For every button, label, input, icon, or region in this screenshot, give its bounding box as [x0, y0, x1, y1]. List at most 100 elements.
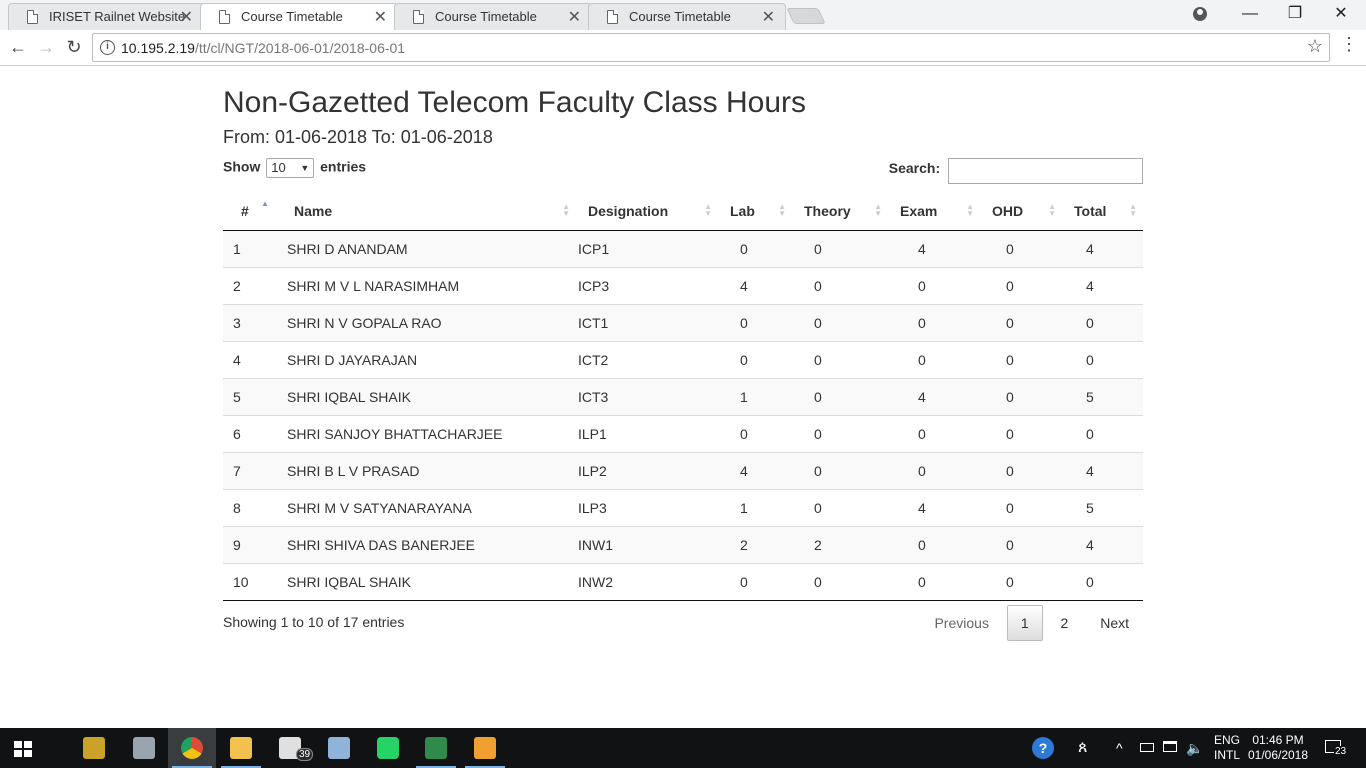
virtualbox-icon[interactable]	[315, 728, 363, 768]
file-explorer-icon[interactable]	[217, 728, 265, 768]
winrar-icon[interactable]	[70, 728, 118, 768]
tab-course-timetable-2[interactable]: Course Timetable ✕	[394, 3, 592, 30]
clock[interactable]: 01:46 PM 01/06/2018	[1246, 728, 1310, 768]
cell-index: 10	[223, 562, 285, 601]
excel-icon[interactable]	[412, 728, 460, 768]
column-header-lab[interactable]: Lab ▲ ▼	[718, 192, 792, 231]
cell-theory: 0	[792, 488, 888, 526]
bookmark-star-icon[interactable]: ☆	[1307, 36, 1323, 57]
reload-button[interactable]: ↻	[60, 34, 88, 62]
new-tab-button[interactable]	[786, 8, 826, 24]
column-header-total[interactable]: Total ▲ ▼	[1062, 192, 1143, 231]
cell-theory: 0	[792, 340, 888, 378]
cell-exam: 0	[888, 266, 980, 304]
help-icon[interactable]: ?	[1032, 728, 1056, 768]
people-icon[interactable]: ጰ	[1078, 728, 1098, 768]
table-row: 8 SHRI M V SATYANARAYANA ILP3 1 0 4 0 5	[223, 488, 1143, 526]
close-window-button[interactable]: ✕	[1318, 0, 1364, 30]
table-row: 10 SHRI IQBAL SHAIK INW2 0 0 0 0 0	[223, 562, 1143, 601]
browser-toolbar: ← → ↻ i 10.195.2.19/tt/cl/NGT/2018-06-01…	[0, 30, 1366, 66]
input-language[interactable]: ENG INTL	[1212, 728, 1242, 768]
cell-theory: 0	[792, 562, 888, 601]
column-header-index[interactable]: # ▲	[223, 192, 285, 231]
cell-designation: ILP3	[576, 488, 718, 526]
sort-arrows-icon: ▲ ▼	[778, 202, 786, 218]
table-row: 5 SHRI IQBAL SHAIK ICT3 1 0 4 0 5	[223, 377, 1143, 415]
mail-count-badge: 39	[296, 748, 314, 761]
restore-button[interactable]: ❐	[1272, 0, 1318, 30]
forward-button[interactable]: →	[32, 34, 60, 62]
column-header-ohd[interactable]: OHD ▲ ▼	[980, 192, 1062, 231]
cell-designation: ICT3	[576, 377, 718, 415]
table-row: 1 SHRI D ANANDAM ICP1 0 0 4 0 4	[223, 230, 1143, 267]
cell-designation: INW1	[576, 525, 718, 563]
cell-total: 5	[1062, 488, 1143, 526]
battery-icon[interactable]	[1140, 728, 1154, 768]
close-tab-icon[interactable]: ✕	[374, 7, 387, 27]
cell-theory: 0	[792, 230, 888, 267]
cell-total: 4	[1062, 230, 1143, 267]
cell-name: SHRI SHIVA DAS BANERJEE	[285, 525, 576, 563]
page-length-value: 10	[271, 160, 286, 175]
cell-index: 6	[223, 414, 285, 452]
windows-start-icon[interactable]	[14, 741, 32, 757]
page-1-button[interactable]: 1	[1006, 605, 1043, 641]
cell-exam: 0	[888, 525, 980, 563]
sort-arrows-icon: ▲	[261, 199, 269, 208]
url-text[interactable]: 10.195.2.19/tt/cl/NGT/2018-06-01/2018-06…	[121, 40, 405, 56]
column-header-label: Exam	[900, 202, 938, 219]
column-header-theory[interactable]: Theory ▲ ▼	[792, 192, 888, 231]
table-row: 7 SHRI B L V PRASAD ILP2 4 0 0 0 4	[223, 451, 1143, 489]
search-control: Search:	[889, 158, 1143, 184]
whatsapp-icon[interactable]	[364, 728, 412, 768]
minimize-button[interactable]: —	[1227, 0, 1273, 30]
tab-title: IRISET Railnet Website	[49, 9, 186, 24]
back-button[interactable]: ←	[4, 34, 32, 62]
cell-exam: 0	[888, 451, 980, 489]
tab-course-timetable-active[interactable]: Course Timetable ✕	[200, 3, 398, 30]
column-header-designation[interactable]: Designation ▲ ▼	[576, 192, 718, 231]
lang-bottom: INTL	[1213, 748, 1240, 762]
cell-lab: 0	[718, 414, 792, 452]
cell-name: SHRI SANJOY BHATTACHARJEE	[285, 414, 576, 452]
paint-icon[interactable]	[120, 728, 168, 768]
volume-icon[interactable]: 🔈	[1186, 728, 1204, 768]
column-header-name[interactable]: Name ▲ ▼	[285, 192, 576, 231]
page-length-select[interactable]: 10 ▼	[266, 158, 315, 178]
url-host: 10.195.2.19	[121, 40, 195, 56]
dropdown-caret-icon: ▼	[300, 163, 310, 173]
tab-course-timetable-3[interactable]: Course Timetable ✕	[588, 3, 786, 30]
network-icon[interactable]	[1163, 728, 1179, 768]
next-page-button[interactable]: Next	[1086, 605, 1143, 641]
chrome-icon[interactable]	[168, 728, 216, 768]
lang-top: ENG	[1213, 733, 1240, 747]
cell-exam: 4	[888, 377, 980, 415]
cell-lab: 4	[718, 451, 792, 489]
media-player-icon[interactable]	[461, 728, 509, 768]
profile-icon[interactable]	[1193, 7, 1207, 21]
close-tab-icon[interactable]: ✕	[180, 7, 193, 27]
close-tab-icon[interactable]: ✕	[568, 7, 581, 27]
cell-lab: 4	[718, 266, 792, 304]
page-length-control: Show 10 ▼ entries	[223, 158, 366, 178]
cell-lab: 2	[718, 525, 792, 563]
search-input[interactable]	[948, 158, 1143, 184]
column-header-exam[interactable]: Exam ▲ ▼	[888, 192, 980, 231]
cell-ohd: 0	[980, 488, 1062, 526]
cell-index: 5	[223, 377, 285, 415]
page-2-button[interactable]: 2	[1047, 605, 1083, 641]
address-bar[interactable]: i 10.195.2.19/tt/cl/NGT/2018-06-01/2018-…	[92, 33, 1330, 62]
cell-exam: 0	[888, 414, 980, 452]
action-center-icon[interactable]: 23	[1322, 728, 1352, 768]
show-hidden-icons-chevron-icon[interactable]: ^	[1116, 728, 1130, 768]
entries-label: entries	[320, 158, 367, 175]
cell-exam: 4	[888, 488, 980, 526]
previous-page-button[interactable]: Previous	[920, 605, 1002, 641]
cell-index: 8	[223, 488, 285, 526]
cell-theory: 0	[792, 266, 888, 304]
tab-iriset-railnet[interactable]: IRISET Railnet Website ✕	[8, 3, 204, 30]
close-tab-icon[interactable]: ✕	[762, 7, 775, 27]
site-info-icon[interactable]: i	[100, 40, 115, 55]
cell-lab: 0	[718, 303, 792, 341]
browser-menu-icon[interactable]: ⋮	[1340, 34, 1358, 55]
